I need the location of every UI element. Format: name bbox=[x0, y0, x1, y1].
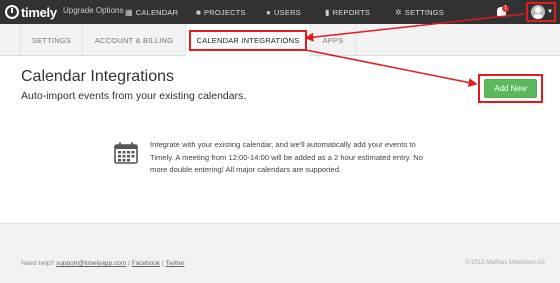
calendar-icon bbox=[114, 142, 138, 164]
users-icon: ● bbox=[266, 7, 272, 17]
page-title: Calendar Integrations bbox=[21, 68, 174, 85]
timely-logo[interactable]: timely bbox=[5, 4, 57, 20]
calendar-icon: ▦ bbox=[125, 7, 133, 17]
nav-calendar[interactable]: ▦ CALENDAR bbox=[125, 0, 178, 24]
nav-users[interactable]: ● USERS bbox=[266, 0, 301, 24]
support-email-link[interactable]: support@timelyapp.com bbox=[56, 260, 126, 267]
tab-settings[interactable]: SETTINGS bbox=[20, 24, 83, 56]
top-navigation-bar: timely Upgrade Options ▦ CALENDAR ■ PROJ… bbox=[0, 0, 560, 24]
bar-chart-icon: ▮ bbox=[325, 7, 330, 17]
tab-apps[interactable]: APPS bbox=[311, 24, 356, 56]
facebook-link[interactable]: Facebook bbox=[132, 260, 161, 267]
chevron-down-icon: ▼ bbox=[547, 9, 553, 15]
twitter-link[interactable]: Twitter bbox=[165, 260, 184, 267]
nav-projects[interactable]: ■ PROJECTS bbox=[196, 0, 246, 24]
settings-tabs: SETTINGS ACCOUNT & BILLING CALENDAR INTE… bbox=[0, 24, 560, 57]
add-new-highlight: Add New bbox=[478, 74, 543, 103]
page-subtitle: Auto-import events from your existing ca… bbox=[21, 90, 247, 102]
notification-badge: 1 bbox=[502, 5, 509, 12]
notifications-button[interactable]: 1 bbox=[496, 5, 509, 18]
nav-settings[interactable]: ✲ SETTINGS bbox=[395, 0, 444, 24]
nav-reports[interactable]: ▮ REPORTS bbox=[325, 0, 370, 24]
integration-info-text: Integrate with your existing calendar, a… bbox=[150, 140, 423, 174]
gear-icon: ✲ bbox=[395, 7, 402, 17]
tab-calendar-integrations-label: CALENDAR INTEGRATIONS bbox=[188, 30, 308, 51]
copyright: © 2015 Mathias Mikkelsen AS bbox=[465, 260, 545, 266]
footer: Need help? support@timelyapp.com | Faceb… bbox=[0, 223, 560, 283]
upgrade-options-link[interactable]: Upgrade Options bbox=[63, 6, 123, 15]
folder-icon: ■ bbox=[196, 7, 202, 17]
tab-account-billing[interactable]: ACCOUNT & BILLING bbox=[83, 24, 186, 56]
user-menu[interactable]: ▼ bbox=[526, 2, 556, 22]
add-new-button[interactable]: Add New bbox=[484, 79, 537, 98]
footer-help: Need help? support@timelyapp.com | Faceb… bbox=[21, 260, 185, 267]
avatar bbox=[531, 5, 545, 19]
timely-logo-icon bbox=[5, 5, 19, 19]
tab-calendar-integrations[interactable]: CALENDAR INTEGRATIONS bbox=[186, 24, 311, 57]
